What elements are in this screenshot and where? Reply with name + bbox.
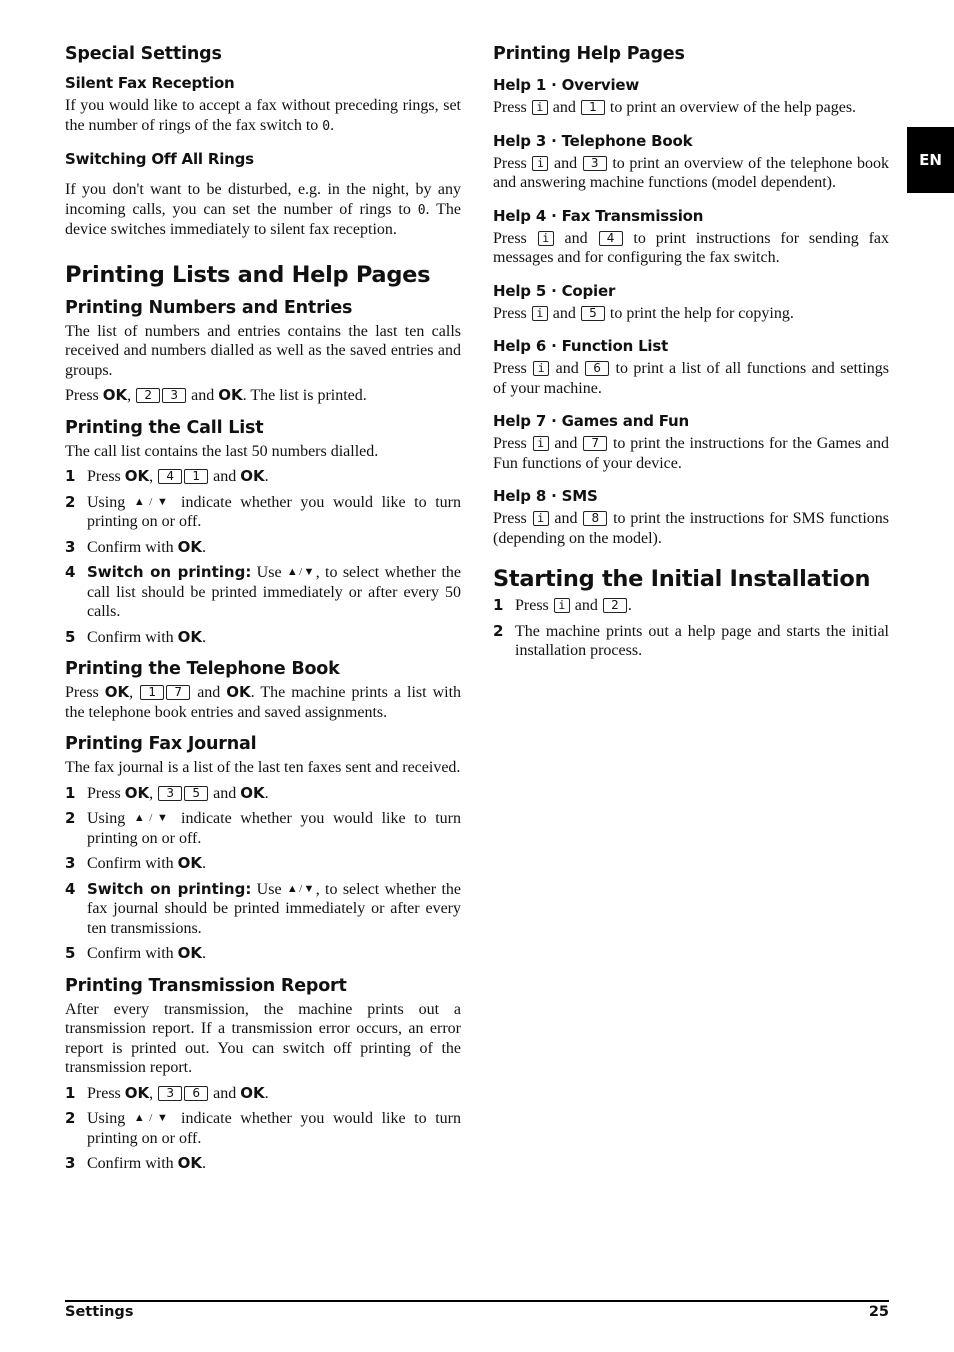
help-item-title: Help 1 · Overview <box>493 76 640 94</box>
numbers-entries-text: The list of numbers and entries contains… <box>65 322 461 379</box>
step: 5 Confirm with OK. <box>65 944 207 962</box>
section-title-call-list: Printing the Call List <box>65 417 264 438</box>
info-key: i <box>537 230 554 246</box>
switching-off-text: If you don't want to be disturbed, e.g. … <box>65 181 461 238</box>
step: 4 Switch on printing: Use ▲/▼, to select … <box>65 563 461 620</box>
step: 2 The machine prints out a help page and … <box>493 621 889 660</box>
section-title-transmission-report: Printing Transmission Report <box>65 975 347 996</box>
left-column: Special Settings Silent Fax Reception If… <box>65 44 461 1180</box>
help-item-title: Help 5 · Copier <box>493 281 616 300</box>
numbers-entries-instruction: Press OK, 23 and OK. The list is printed… <box>65 386 367 404</box>
number-key: 5 <box>580 305 605 321</box>
help-item-title: Help 8 · SMS <box>493 487 598 505</box>
subsection-title-silent-fax: Silent Fax Reception <box>65 74 235 92</box>
key-3: 3 <box>158 785 183 801</box>
info-key: i <box>533 361 550 376</box>
step: 1 Press OK, 35 and OK. <box>65 783 269 802</box>
number-key: 1 <box>580 100 605 115</box>
step: 4 Switch on printing: Use ▲/▼, to select … <box>65 879 461 937</box>
help-item: Help 5 · Copier Press i and 5 to print t… <box>493 282 889 324</box>
key-7: 7 <box>166 685 191 700</box>
help-item-text: Press i and 5 to print the help for copy… <box>493 304 794 322</box>
up-down-arrows-icon: ▲/▼ <box>133 812 173 824</box>
step: 1 Press OK, 41 and OK. <box>65 467 269 485</box>
step: 5 Confirm with OK. <box>65 627 207 646</box>
transmission-report-steps: 1 Press OK, 36 and OK. 2 Using ▲/▼ indicat… <box>65 1084 461 1174</box>
up-down-arrows-icon: ▲/▼ <box>133 495 173 508</box>
step: 2 Using ▲/▼ indicate whether you would li… <box>65 1109 461 1147</box>
language-tab: EN <box>907 127 954 193</box>
help-item: Help 7 · Games and Fun Press i and 7 to … <box>493 412 889 473</box>
help-item-text: Press i and 6 to print a list of all fun… <box>493 360 890 397</box>
help-item: Help 6 · Function List Press i and 6 to … <box>493 337 889 398</box>
help-item-text: Press i and 7 to print the instructions … <box>493 435 890 472</box>
chapter-title-printing-lists: Printing Lists and Help Pages <box>65 261 431 288</box>
up-down-arrows-icon: ▲/▼ <box>133 1112 173 1124</box>
key-5: 5 <box>184 785 209 801</box>
help-item: Help 8 · SMS Press i and 8 to print the … <box>493 487 889 548</box>
section-title-help-pages: Printing Help Pages <box>493 44 685 64</box>
help-item: Help 3 · Telephone Book Press i and 3 to… <box>493 132 889 193</box>
info-key: i <box>553 598 570 613</box>
help-item: Help 1 · Overview Press i and 1 to print… <box>493 76 889 118</box>
up-down-arrows-icon: ▲/▼ <box>286 566 316 578</box>
number-key: 3 <box>582 155 607 171</box>
help-item-text: Press i and 3 to print an overview of th… <box>493 154 889 192</box>
help-item-text: Press i and 1 to print an overview of th… <box>493 99 857 116</box>
fax-journal-steps: 1 Press OK, 35 and OK. 2 Using ▲/▼ indicat… <box>65 784 461 964</box>
step: 2 Using ▲/▼ indicate whether you would li… <box>65 492 461 531</box>
key-1: 1 <box>184 469 209 484</box>
help-item-title: Help 6 · Function List <box>493 337 669 355</box>
help-item-title: Help 7 · Games and Fun <box>493 412 690 430</box>
up-down-arrows-icon: ▲/▼ <box>286 882 316 895</box>
step: 1 Press i and 2. <box>493 596 632 614</box>
info-key: i <box>531 305 548 321</box>
step: 3 Confirm with OK. <box>65 1154 207 1172</box>
chapter-title-initial-installation: Starting the Initial Installation <box>493 566 871 592</box>
help-item-title: Help 4 · Fax Transmission <box>493 206 704 225</box>
footer-section-name: Settings <box>65 1304 134 1320</box>
fax-journal-text: The fax journal is a list of the last te… <box>65 759 461 776</box>
help-item-title: Help 3 · Telephone Book <box>493 131 693 150</box>
call-list-text: The call list contains the last 50 numbe… <box>65 442 379 460</box>
step: 3 Confirm with OK. <box>65 854 207 872</box>
number-key: 7 <box>583 436 608 451</box>
step: 3 Confirm with OK. <box>65 537 207 556</box>
initial-installation-steps: 1 Press i and 2. 2 The machine prints out … <box>493 596 889 661</box>
telephone-book-text: Press OK, 17 and OK. The machine prints … <box>65 683 462 721</box>
help-item-text: Press i and 8 to print the instructions … <box>493 510 889 547</box>
info-key: i <box>532 155 549 171</box>
footer-divider <box>65 1300 889 1302</box>
step: 1 Press OK, 36 and OK. <box>65 1083 269 1102</box>
key-2: 2 <box>602 598 627 613</box>
transmission-report-text: After every transmission, the machine pr… <box>65 1000 461 1077</box>
number-key: 4 <box>598 230 623 246</box>
number-key: 8 <box>583 511 608 526</box>
key-4: 4 <box>158 469 183 484</box>
subsection-title-switching-off: Switching Off All Rings <box>65 150 254 168</box>
call-list-steps: 1 Press OK, 41 and OK. 2 Using ▲/▼ indicat… <box>65 467 461 647</box>
section-title-telephone-book: Printing the Telephone Book <box>65 659 340 679</box>
help-item-text: Press i and 4 to print instructions for … <box>493 229 890 267</box>
right-column: Printing Help Pages Help 1 · Overview Pr… <box>493 44 889 667</box>
section-title-numbers-entries: Printing Numbers and Entries <box>65 297 353 318</box>
key-3: 3 <box>162 388 187 403</box>
key-3: 3 <box>158 1085 183 1101</box>
number-key: 6 <box>585 361 610 376</box>
help-item: Help 4 · Fax Transmission Press i and 4 … <box>493 207 889 268</box>
silent-fax-text: If you would like to accept a fax withou… <box>65 97 461 134</box>
key-2: 2 <box>136 388 161 403</box>
key-1: 1 <box>140 685 165 700</box>
step: 2 Using ▲/▼ indicate whether you would li… <box>65 809 461 847</box>
info-key: i <box>532 436 549 451</box>
info-key: i <box>531 100 548 115</box>
section-title-special-settings: Special Settings <box>65 44 222 64</box>
info-key: i <box>532 511 549 526</box>
section-title-fax-journal: Printing Fax Journal <box>65 734 257 754</box>
page-number: 25 <box>868 1304 889 1320</box>
key-6: 6 <box>184 1085 209 1101</box>
